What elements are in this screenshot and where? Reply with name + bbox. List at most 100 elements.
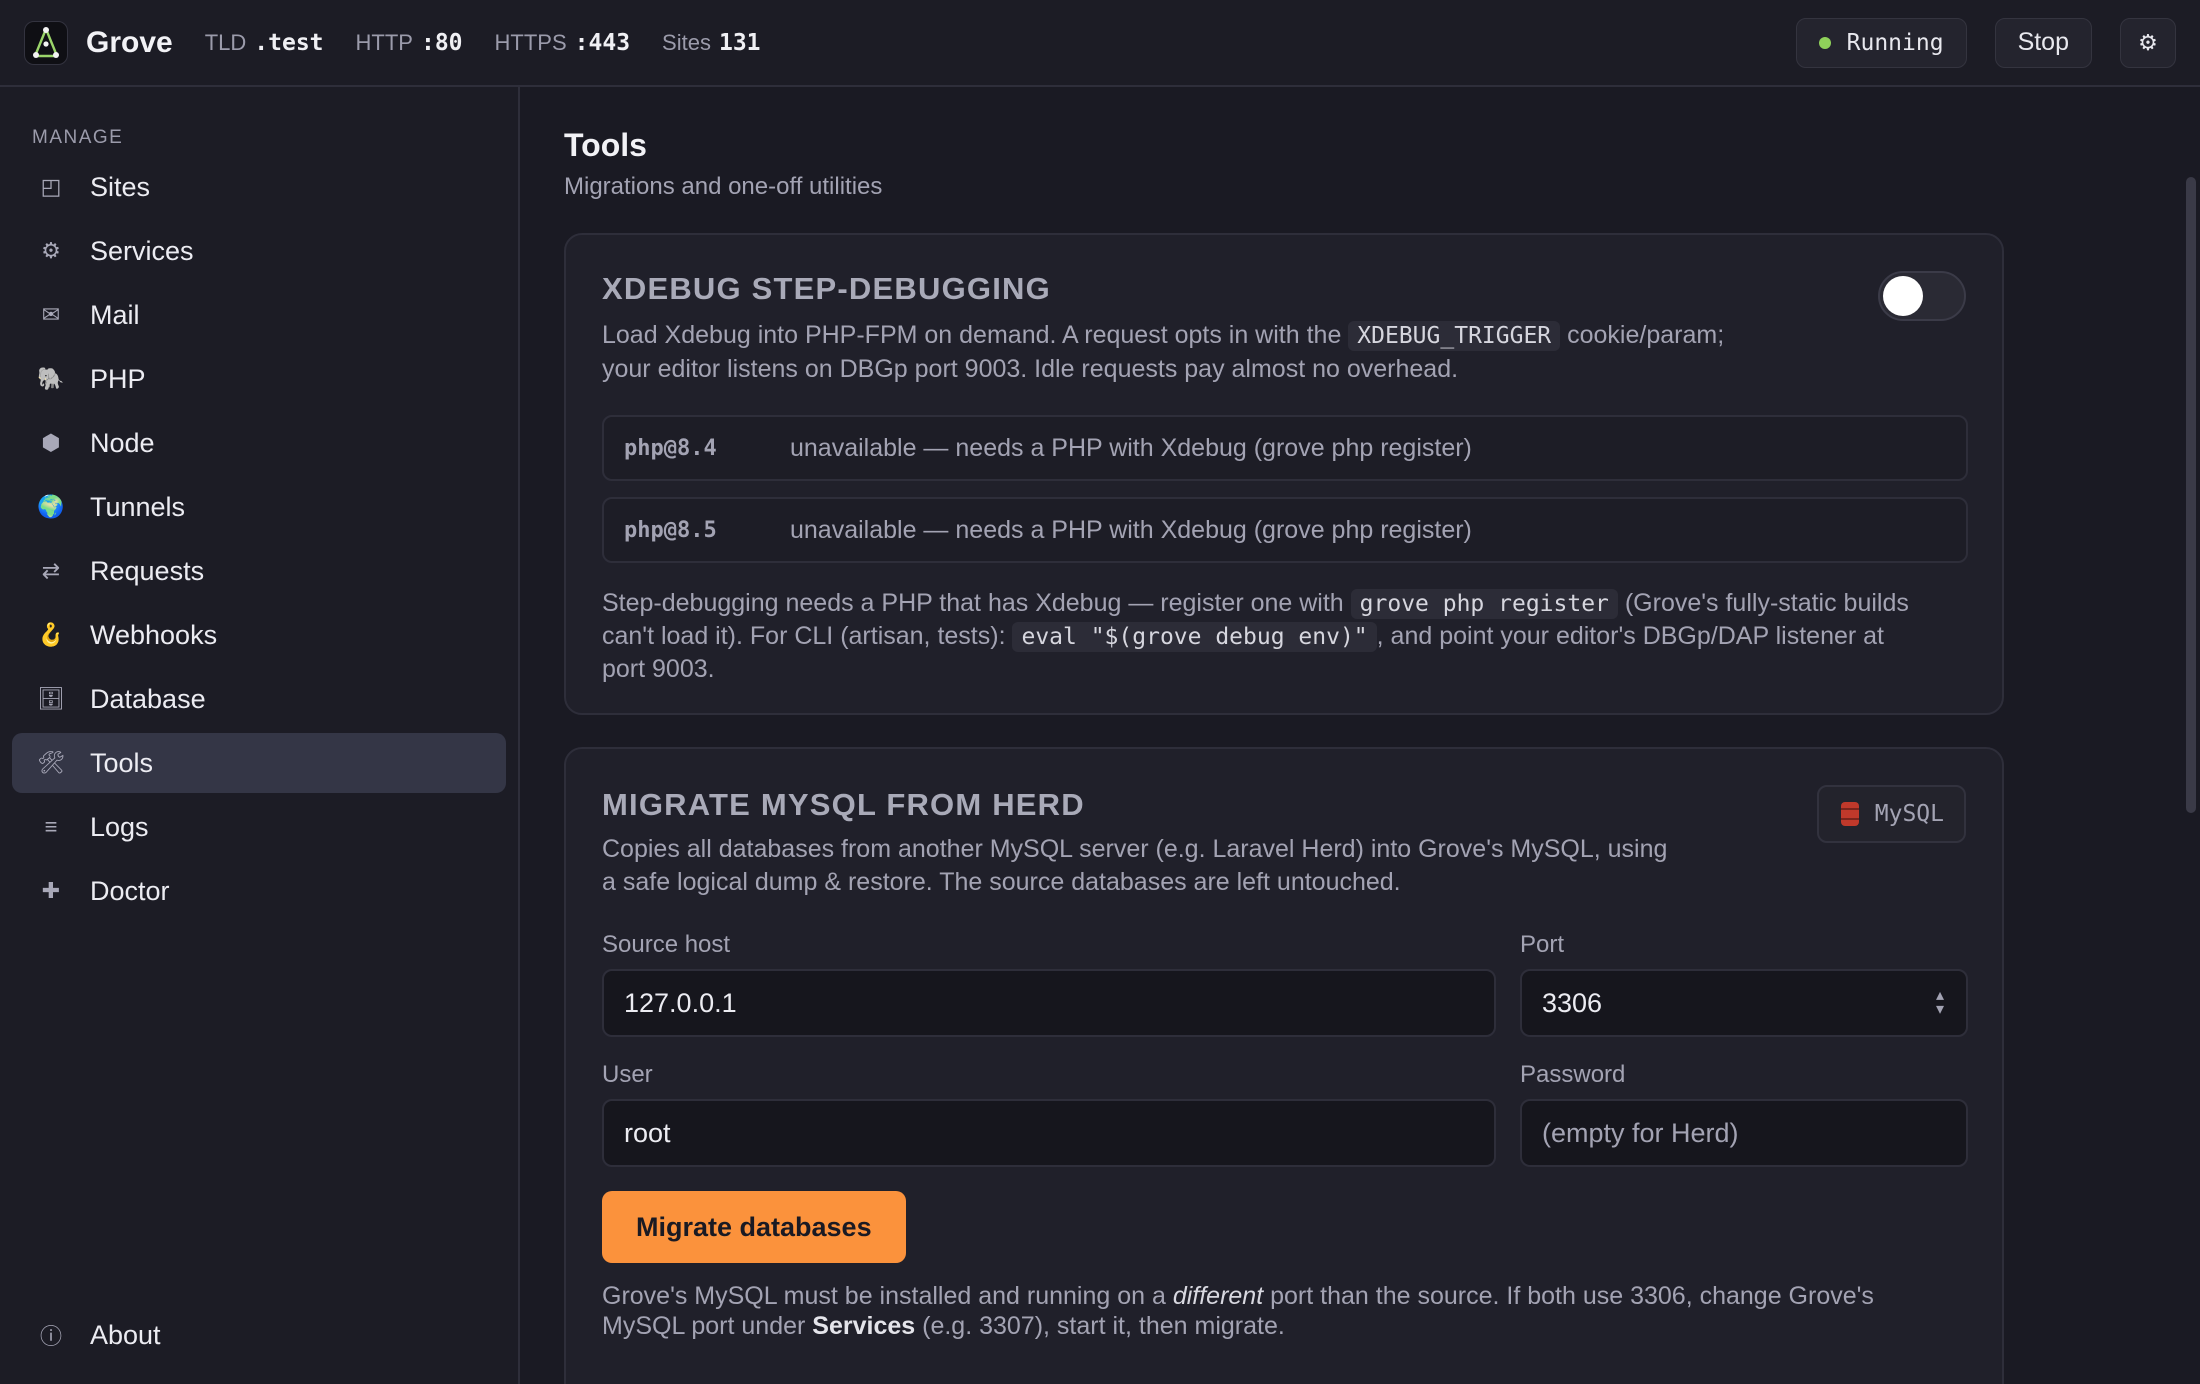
- globe-icon: 🌍: [37, 494, 65, 519]
- debug-env-code: eval "$(grove debug env)": [1012, 622, 1377, 652]
- sites-label: Sites: [662, 29, 711, 55]
- sidebar-item-php[interactable]: 🐘 PHP: [12, 349, 506, 409]
- https-value: :443: [574, 29, 631, 56]
- sidebar-item-label: Mail: [90, 299, 140, 330]
- xdebug-desc-text: your editor listens on DBGp port 9003. I…: [602, 355, 1459, 383]
- https-label: HTTPS: [494, 29, 567, 55]
- status-text: Running: [1846, 29, 1944, 56]
- sidebar-item-requests[interactable]: ⇄ Requests: [12, 541, 506, 601]
- hook-icon: 🪝: [37, 622, 65, 647]
- xdebug-title: XDEBUG STEP-DEBUGGING: [602, 271, 1051, 306]
- php-version-status: unavailable — needs a PHP with Xdebug (g…: [790, 515, 1472, 544]
- sidebar-item-webhooks[interactable]: 🪝 Webhooks: [12, 605, 506, 665]
- sidebar: MANAGE ◰ Sites ⚙ Services ✉ Mail 🐘 PHP ⬢…: [0, 87, 520, 1384]
- migrate-title: MIGRATE MYSQL FROM HERD: [602, 787, 1085, 822]
- sidebar-item-tools[interactable]: 🛠 Tools: [12, 733, 506, 793]
- xdebug-note-text: , and point your editor's DBGp/DAP liste…: [1376, 622, 1885, 650]
- migrate-desc-text: a safe logical dump & restore. The sourc…: [602, 868, 1401, 896]
- main-content: Tools Migrations and one-off utilities X…: [522, 87, 2182, 1384]
- sidebar-item-database[interactable]: 🗄 Database: [12, 669, 506, 729]
- cabinet-icon: 🗄: [37, 686, 65, 711]
- tld-value: .test: [254, 29, 324, 56]
- sidebar-item-label: Webhooks: [90, 619, 218, 650]
- port-value: 3306: [1542, 987, 1603, 1018]
- php-version-row: php@8.5 unavailable — needs a PHP with X…: [602, 497, 1968, 563]
- app-name: Grove: [86, 25, 173, 59]
- php-version: php@8.5: [624, 517, 717, 543]
- stepper-arrows-icon[interactable]: ▴ ▾: [1936, 988, 1944, 1018]
- top-actions: Running Stop ⚙: [1795, 17, 2176, 68]
- xdebug-description: Load Xdebug into PHP-FPM on demand. A re…: [602, 319, 1862, 386]
- stop-button[interactable]: Stop: [1994, 17, 2092, 68]
- port-label: Port: [1520, 931, 1565, 958]
- mail-icon: ✉: [41, 302, 61, 327]
- tools-icon: 🛠: [37, 750, 65, 775]
- xdebug-card: XDEBUG STEP-DEBUGGING Load Xdebug into P…: [564, 233, 2004, 715]
- user-input[interactable]: root: [602, 1099, 1496, 1167]
- sidebar-item-label: Tools: [90, 747, 154, 778]
- migrate-databases-button[interactable]: Migrate databases: [602, 1191, 906, 1263]
- migrate-note-text: port than the source. If both use 3306, …: [1270, 1282, 1874, 1310]
- port-stepper[interactable]: 3306 ▴ ▾: [1520, 969, 1968, 1037]
- migrate-note: Grove's MySQL must be installed and runn…: [602, 1281, 1982, 1341]
- sidebar-item-logs[interactable]: ≡ Logs: [12, 797, 506, 857]
- settings-gear-icon[interactable]: ⚙: [2120, 17, 2176, 68]
- status-badge: Running: [1795, 17, 1967, 68]
- toggle-knob: [1883, 276, 1923, 316]
- sidebar-item-label: Doctor: [90, 875, 170, 906]
- list-icon: ≡: [44, 814, 58, 839]
- arrows-icon: ⇄: [41, 558, 61, 583]
- main-scrollbar[interactable]: [2182, 87, 2200, 1384]
- http-label: HTTP: [355, 29, 413, 55]
- xdebug-trigger-code: XDEBUG_TRIGGER: [1348, 321, 1561, 351]
- sidebar-item-label: About: [90, 1319, 161, 1350]
- mysql-badge-label: MySQL: [1874, 801, 1944, 827]
- xdebug-note: Step-debugging needs a PHP that has Xdeb…: [602, 587, 1982, 685]
- migrate-note-text: (e.g. 3307), start it, then migrate.: [922, 1312, 1285, 1340]
- hexagon-icon: ⬢: [41, 430, 61, 455]
- migrate-note-emphasis: different: [1172, 1282, 1264, 1310]
- migrate-note-services: Services: [812, 1312, 916, 1340]
- running-dot-icon: [1818, 36, 1831, 49]
- scrollbar-thumb[interactable]: [2186, 177, 2196, 813]
- sidebar-item-mail[interactable]: ✉ Mail: [12, 285, 506, 345]
- sidebar-item-tunnels[interactable]: 🌍 Tunnels: [12, 477, 506, 537]
- sidebar-item-doctor[interactable]: ✚ Doctor: [12, 861, 506, 921]
- sidebar-item-services[interactable]: ⚙ Services: [12, 221, 506, 281]
- php-version-status: unavailable — needs a PHP with Xdebug (g…: [790, 433, 1472, 462]
- password-input[interactable]: (empty for Herd): [1520, 1099, 1968, 1167]
- sidebar-item-label: Database: [90, 683, 206, 714]
- sidebar-item-label: Services: [90, 235, 194, 266]
- grove-logo-icon: [24, 20, 68, 65]
- top-bar: Grove TLD .test HTTP :80 HTTPS :443 Site…: [0, 0, 2200, 87]
- sidebar-item-label: Logs: [90, 811, 149, 842]
- sidebar-item-label: Node: [90, 427, 155, 458]
- sidebar-item-label: Requests: [90, 555, 205, 586]
- php-version: php@8.4: [624, 435, 717, 461]
- sidebar-item-sites[interactable]: ◰ Sites: [12, 157, 506, 217]
- source-host-input[interactable]: 127.0.0.1: [602, 969, 1496, 1037]
- sites-icon: ◰: [40, 174, 62, 199]
- sidebar-item-label: Tunnels: [90, 491, 186, 522]
- tld-stat: TLD .test: [205, 30, 324, 56]
- migrate-note-text: MySQL port under: [602, 1312, 806, 1340]
- sites-stat: Sites 131: [662, 30, 760, 56]
- migrate-note-text: Grove's MySQL must be installed and runn…: [602, 1282, 1166, 1310]
- mysql-barrel-icon: [1840, 802, 1859, 826]
- plus-icon: ✚: [41, 878, 61, 903]
- sidebar-item-node[interactable]: ⬢ Node: [12, 413, 506, 473]
- sidebar-item-about[interactable]: ⓘ About: [12, 1305, 506, 1365]
- xdebug-note-text: Step-debugging needs a PHP that has Xdeb…: [602, 589, 1344, 617]
- sidebar-section-manage: MANAGE: [32, 127, 124, 148]
- source-host-label: Source host: [602, 931, 731, 958]
- tld-label: TLD: [204, 29, 247, 55]
- sites-value: 131: [718, 29, 761, 56]
- info-icon: ⓘ: [39, 1324, 62, 1349]
- migrate-mysql-card: MIGRATE MYSQL FROM HERD MySQL Copies all…: [564, 747, 2004, 1384]
- page-title: Tools: [564, 127, 647, 163]
- xdebug-note-text: can't load it). For CLI (artisan, tests)…: [602, 622, 1006, 650]
- https-stat: HTTPS :443: [495, 30, 631, 56]
- page-subtitle: Migrations and one-off utilities: [564, 173, 883, 200]
- gear-icon: ⚙: [41, 238, 61, 263]
- xdebug-toggle[interactable]: [1878, 271, 1966, 321]
